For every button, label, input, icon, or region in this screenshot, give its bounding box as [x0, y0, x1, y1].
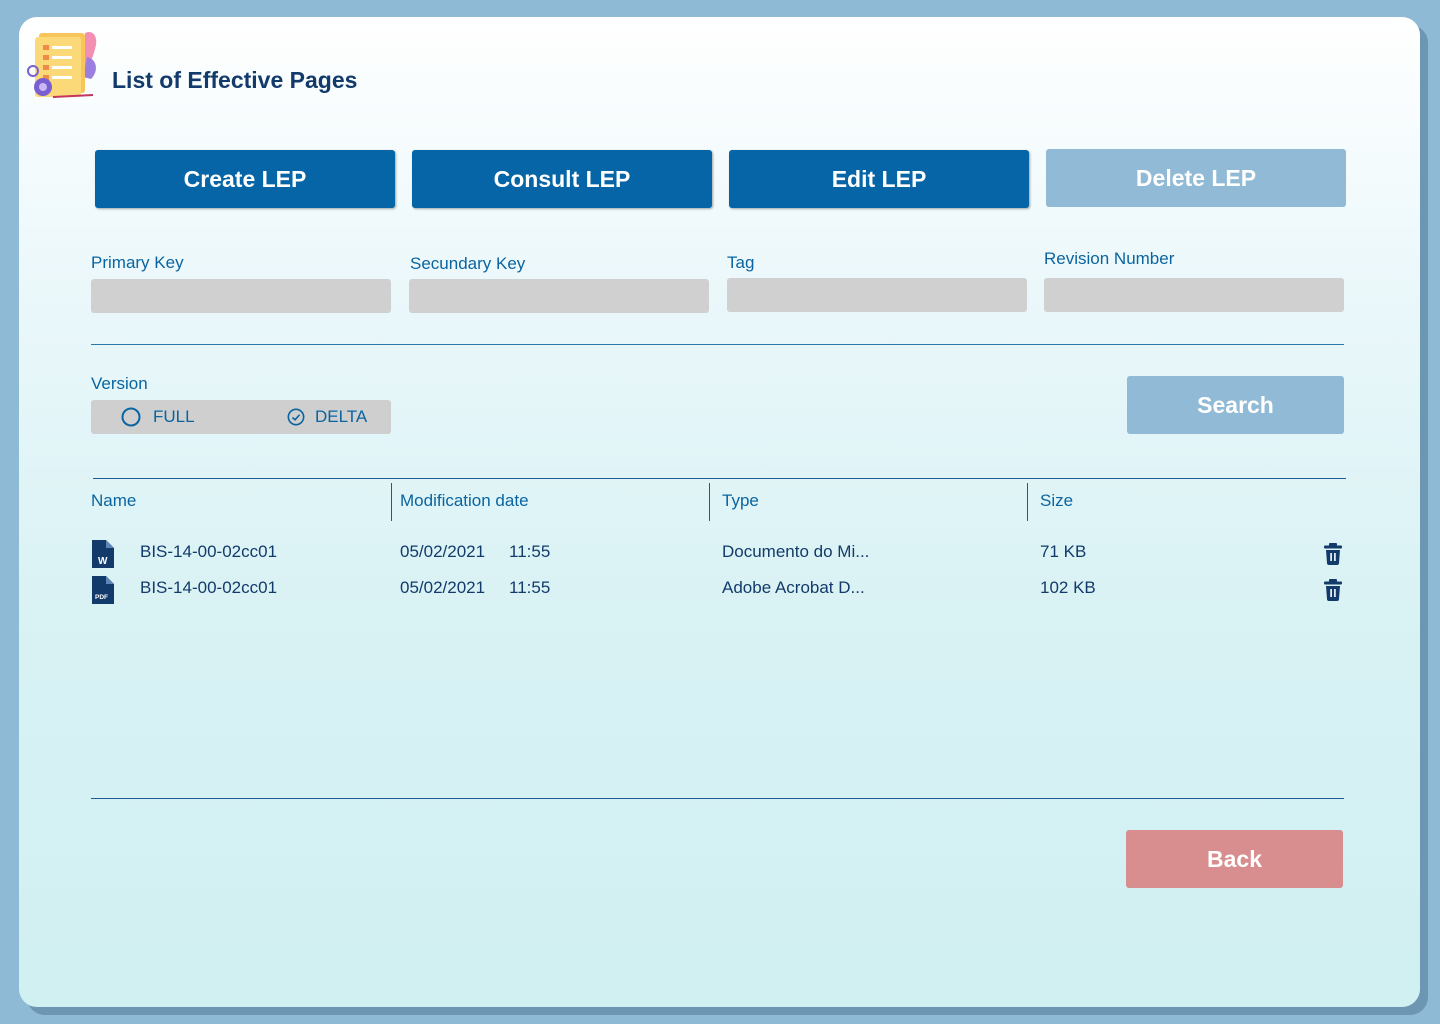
- modification-time: 11:55: [509, 542, 551, 561]
- column-header-type[interactable]: Type: [722, 491, 759, 511]
- consult-lep-button[interactable]: Consult LEP: [412, 150, 712, 208]
- document-list-icon: [27, 31, 97, 98]
- pdf-file-icon: PDF: [92, 576, 114, 604]
- column-header-modification-date[interactable]: Modification date: [400, 491, 529, 511]
- edit-lep-button[interactable]: Edit LEP: [729, 150, 1029, 208]
- file-name: BIS-14-00-02cc01: [140, 578, 278, 597]
- create-lep-button[interactable]: Create LEP: [95, 150, 395, 208]
- column-separator: [1027, 483, 1028, 521]
- radio-empty-icon: [121, 407, 141, 427]
- table-bottom-divider: [91, 798, 1344, 799]
- modification-time: 11:55: [509, 578, 551, 597]
- secundary-key-label: Secundary Key: [410, 254, 526, 273]
- column-header-name[interactable]: Name: [91, 491, 136, 511]
- modification-date: 05/02/2021: [400, 578, 486, 597]
- file-name: BIS-14-00-02cc01: [140, 542, 278, 561]
- svg-text:W: W: [98, 556, 108, 567]
- version-delta-label: DELTA: [315, 407, 368, 426]
- column-separator: [391, 483, 392, 521]
- file-type: Documento do Mi...: [722, 542, 870, 561]
- trash-icon[interactable]: [1323, 579, 1343, 601]
- search-button[interactable]: Search: [1127, 376, 1344, 434]
- page-title: List of Effective Pages: [112, 67, 358, 93]
- file-size: 71 KB: [1040, 542, 1087, 561]
- back-button[interactable]: Back: [1126, 830, 1343, 888]
- version-label: Version: [91, 374, 148, 393]
- trash-icon[interactable]: [1323, 543, 1343, 565]
- primary-key-label: Primary Key: [91, 253, 184, 272]
- table-top-divider: [93, 478, 1346, 479]
- column-header-size[interactable]: Size: [1040, 491, 1073, 511]
- lep-window: List of Effective Pages Create LEP Consu…: [19, 17, 1420, 1007]
- modification-date: 05/02/2021: [400, 542, 486, 561]
- version-full-label: FULL: [153, 407, 195, 426]
- word-file-icon: W: [92, 540, 114, 568]
- revision-number-input[interactable]: [1044, 278, 1344, 312]
- delete-lep-button[interactable]: Delete LEP: [1046, 149, 1346, 207]
- version-toggle: FULL DELTA: [91, 400, 391, 434]
- file-size: 102 KB: [1040, 578, 1096, 597]
- revision-number-label: Revision Number: [1044, 249, 1175, 268]
- radio-checked-icon: [287, 408, 305, 426]
- column-separator: [709, 483, 710, 521]
- primary-key-input[interactable]: [91, 279, 391, 313]
- secundary-key-input[interactable]: [409, 279, 709, 313]
- divider: [91, 344, 1344, 345]
- version-delta-option[interactable]: DELTA: [287, 407, 367, 427]
- file-type: Adobe Acrobat D...: [722, 578, 865, 597]
- tag-input[interactable]: [727, 278, 1027, 312]
- tag-label: Tag: [727, 253, 755, 272]
- svg-text:PDF: PDF: [95, 594, 108, 601]
- version-full-option[interactable]: FULL: [121, 407, 195, 427]
